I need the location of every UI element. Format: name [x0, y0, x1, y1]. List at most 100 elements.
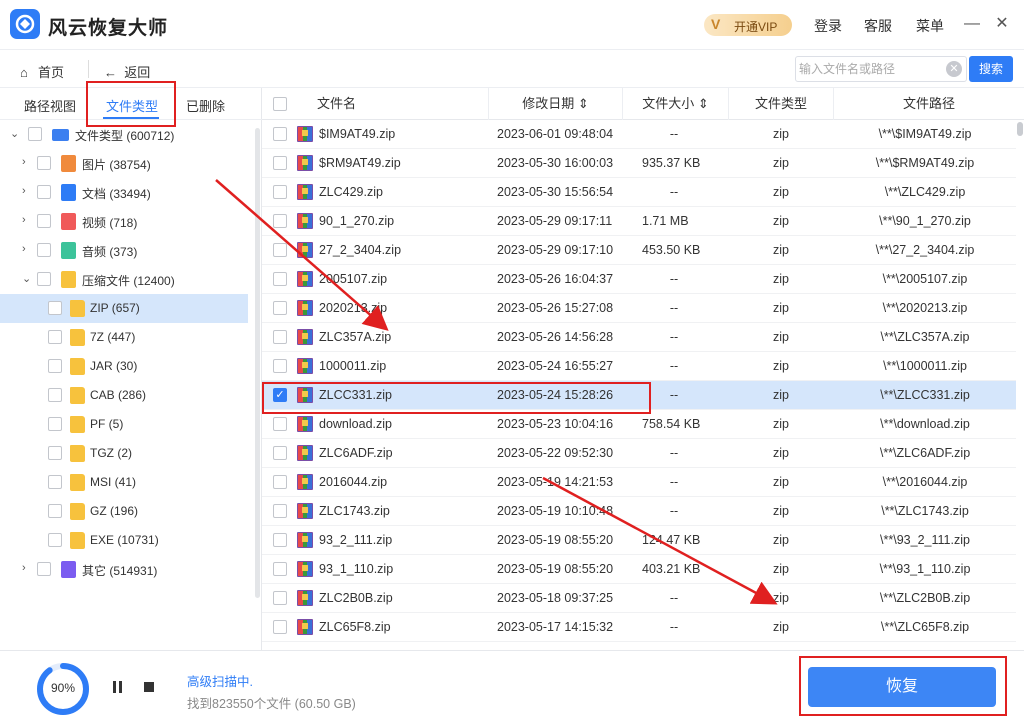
table-row[interactable]: ZLC429.zip 2023-05-30 15:56:54 -- zip \**\ZL… — [262, 178, 1016, 207]
tree-checkbox[interactable] — [48, 301, 62, 315]
file-type: zip — [773, 330, 789, 344]
col-header-type[interactable]: 文件类型 — [729, 88, 834, 120]
table-row[interactable]: 90_1_270.zip 2023-05-29 09:17:11 1.71 MB zi… — [262, 207, 1016, 236]
tree-checkbox[interactable] — [48, 533, 62, 547]
chevron-right-icon[interactable]: › — [22, 243, 26, 255]
file-path: \**\ZLC6ADF.zip — [879, 446, 971, 460]
tree-item[interactable]: › 文档 (33494) — [0, 178, 248, 207]
tab-path-view[interactable]: 路径视图 — [24, 96, 76, 115]
tree-item[interactable]: CAB (286) — [0, 381, 248, 410]
tree-checkbox[interactable] — [48, 446, 62, 460]
tree-item[interactable]: EXE (10731) — [0, 526, 248, 555]
tree-checkbox[interactable] — [37, 214, 51, 228]
row-checkbox[interactable] — [273, 504, 287, 518]
file-name: 93_2_111.zip — [319, 533, 393, 547]
tree-item[interactable]: ⌄ 压缩文件 (12400) — [0, 265, 248, 294]
minimize-icon[interactable]: — — [962, 14, 982, 34]
tree-item[interactable]: › 图片 (38754) — [0, 149, 248, 178]
row-checkbox[interactable] — [273, 591, 287, 605]
col-header-name[interactable]: 文件名 — [262, 88, 489, 120]
chevron-right-icon[interactable]: › — [22, 214, 26, 226]
tree-item[interactable]: GZ (196) — [0, 497, 248, 526]
table-row[interactable]: ZLC357A.zip 2023-05-26 14:56:28 -- zip \**\Z… — [262, 323, 1016, 352]
tree-checkbox[interactable] — [48, 359, 62, 373]
table-row[interactable]: 1000011.zip 2023-05-24 16:55:27 -- zip \**\1… — [262, 352, 1016, 381]
tree-checkbox[interactable] — [48, 330, 62, 344]
table-row[interactable]: ZLC2B0B.zip 2023-05-18 09:37:25 -- zip \**\Z… — [262, 584, 1016, 613]
login-link[interactable]: 登录 — [814, 16, 842, 36]
col-header-path[interactable]: 文件路径 — [834, 88, 1024, 120]
row-checkbox[interactable] — [273, 446, 287, 460]
chevron-right-icon[interactable]: › — [22, 156, 26, 168]
file-size: -- — [669, 446, 679, 460]
col-header-date[interactable]: 修改日期 ⇕ — [489, 88, 623, 120]
row-checkbox[interactable] — [273, 214, 287, 228]
col-header-size[interactable]: 文件大小 ⇕ — [623, 88, 729, 120]
row-checkbox[interactable] — [273, 301, 287, 315]
tree-item[interactable]: PF (5) — [0, 410, 248, 439]
chevron-down-icon[interactable]: ⌄ — [10, 127, 19, 140]
row-checkbox[interactable] — [273, 156, 287, 170]
tree-checkbox[interactable] — [48, 475, 62, 489]
tree-checkbox[interactable] — [37, 185, 51, 199]
table-row[interactable]: 2005107.zip 2023-05-26 16:04:37 -- zip \**\2… — [262, 265, 1016, 294]
back-button[interactable]: ← 返回 — [104, 62, 150, 81]
table-row[interactable]: ZLC6ADF.zip 2023-05-22 09:52:30 -- zip \**\Z… — [262, 439, 1016, 468]
row-checkbox[interactable] — [273, 127, 287, 141]
row-checkbox[interactable] — [273, 185, 287, 199]
tree-checkbox[interactable] — [37, 243, 51, 257]
clear-search-icon[interactable]: ✕ — [946, 61, 962, 77]
home-button[interactable]: ⌂ 首页 — [20, 62, 64, 81]
tree-item[interactable]: MSI (41) — [0, 468, 248, 497]
table-row[interactable]: download.zip 2023-05-23 10:04:16 758.54 KB… — [262, 410, 1016, 439]
row-checkbox[interactable] — [273, 359, 287, 373]
vip-button[interactable]: V 开通VIP — [704, 14, 792, 36]
table-row[interactable]: 93_1_110.zip 2023-05-19 08:55:20 403.21 KB… — [262, 555, 1016, 584]
table-row[interactable]: $IM9AT49.zip 2023-06-01 09:48:04 -- zip \**\… — [262, 120, 1016, 149]
tree-item[interactable]: › 视频 (718) — [0, 207, 248, 236]
tree-item[interactable]: TGZ (2) — [0, 439, 248, 468]
stop-icon[interactable] — [144, 682, 154, 692]
table-row[interactable]: 93_2_111.zip 2023-05-19 08:55:20 124.47 KB… — [262, 526, 1016, 555]
left-scrollbar[interactable] — [255, 128, 260, 598]
tree-item[interactable]: 7Z (447) — [0, 323, 248, 352]
table-row[interactable]: 2020213.zip 2023-05-26 15:27:08 -- zip \**\2… — [262, 294, 1016, 323]
table-row[interactable]: ZLC65F8.zip 2023-05-17 14:15:32 -- zip \**\Z… — [262, 613, 1016, 642]
row-checkbox[interactable] — [273, 330, 287, 344]
close-icon[interactable]: ✕ — [992, 14, 1012, 34]
tree-checkbox[interactable] — [28, 127, 42, 141]
chevron-right-icon[interactable]: › — [22, 562, 26, 574]
zip-file-icon — [297, 155, 313, 171]
table-scrollbar[interactable] — [1017, 122, 1023, 136]
tree-item[interactable]: › 其它 (514931) — [0, 555, 248, 584]
chevron-down-icon[interactable]: ⌄ — [22, 272, 31, 285]
tree-item[interactable]: ZIP (657) — [0, 294, 248, 323]
tree-checkbox[interactable] — [37, 156, 51, 170]
row-checkbox[interactable] — [273, 417, 287, 431]
tree-checkbox[interactable] — [37, 562, 51, 576]
table-row[interactable]: 27_2_3404.zip 2023-05-29 09:17:10 453.50 K… — [262, 236, 1016, 265]
chevron-right-icon[interactable]: › — [22, 185, 26, 197]
pause-icon[interactable] — [112, 681, 124, 693]
tree-checkbox[interactable] — [37, 272, 51, 286]
row-checkbox[interactable] — [273, 562, 287, 576]
tab-deleted[interactable]: 已删除 — [186, 96, 225, 115]
service-link[interactable]: 客服 — [864, 16, 892, 36]
tree-checkbox[interactable] — [48, 504, 62, 518]
search-input[interactable] — [797, 58, 941, 80]
row-checkbox[interactable] — [273, 272, 287, 286]
menu-link[interactable]: 菜单 — [916, 16, 944, 36]
row-checkbox[interactable] — [273, 620, 287, 634]
table-row[interactable]: 2016044.zip 2023-05-19 14:21:53 -- zip \**\2… — [262, 468, 1016, 497]
table-row[interactable]: $RM9AT49.zip 2023-05-30 16:00:03 935.37 KB… — [262, 149, 1016, 178]
table-row[interactable]: ZLC1743.zip 2023-05-19 10:10:48 -- zip \**\Z… — [262, 497, 1016, 526]
tree-checkbox[interactable] — [48, 417, 62, 431]
search-button[interactable]: 搜索 — [969, 56, 1013, 82]
tree-item[interactable]: JAR (30) — [0, 352, 248, 381]
tree-item[interactable]: › 音频 (373) — [0, 236, 248, 265]
row-checkbox[interactable] — [273, 243, 287, 257]
row-checkbox[interactable] — [273, 475, 287, 489]
tree-checkbox[interactable] — [48, 388, 62, 402]
file-type: zip — [773, 272, 789, 286]
row-checkbox[interactable] — [273, 533, 287, 547]
